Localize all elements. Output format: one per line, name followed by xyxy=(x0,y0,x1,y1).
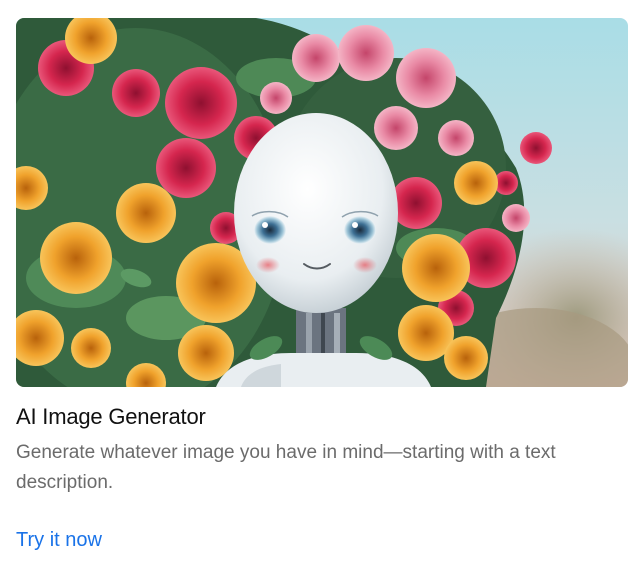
feature-card: AI Image Generator Generate whatever ima… xyxy=(0,0,644,574)
card-title: AI Image Generator xyxy=(16,404,206,429)
try-it-now-link[interactable]: Try it now xyxy=(16,529,102,552)
hero-image xyxy=(16,18,628,387)
card-description: Generate whatever image you have in mind… xyxy=(16,442,556,493)
